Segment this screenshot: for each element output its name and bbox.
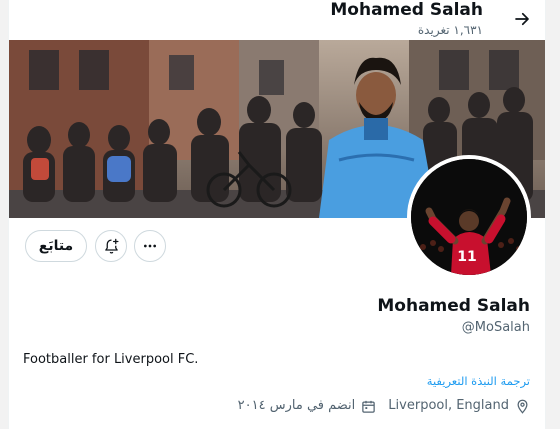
bell-plus-icon (104, 238, 119, 254)
profile-header: Mohamed Salah ١,٦٣١ تغريدة (9, 0, 545, 40)
location-text: Liverpool, England (388, 398, 509, 413)
calendar-icon (362, 400, 376, 413)
joined-text: انضم في مارس ٢٠١٤ (237, 398, 356, 413)
header-title: Mohamed Salah (330, 0, 483, 20)
header-tweet-count: ١,٦٣١ تغريدة (417, 23, 483, 37)
profile-card: Mohamed Salah ١,٦٣١ تغريدة 11 متابَع Moh… (8, 0, 546, 429)
back-button[interactable] (507, 4, 537, 34)
notifications-button[interactable] (95, 230, 127, 262)
following-button[interactable]: متابَع (25, 230, 87, 262)
following-button-label: متابَع (38, 238, 74, 254)
translate-bio-link[interactable]: ترجمة النبذة التعريفية (427, 374, 530, 388)
profile-bio: Footballer for Liverpool FC. (23, 352, 199, 367)
more-horizontal-icon (144, 244, 156, 248)
profile-handle: @MoSalah (461, 320, 530, 335)
svg-text:11: 11 (457, 249, 476, 265)
location-item: Liverpool, England (388, 397, 530, 415)
avatar-photo: 11 (411, 159, 527, 275)
location-pin-icon (517, 399, 528, 414)
arrow-right-icon (515, 12, 529, 26)
profile-name: Mohamed Salah (377, 296, 530, 316)
profile-meta: Liverpool, England انضم في مارس ٢٠١٤ (238, 397, 530, 415)
joined-item: انضم في مارس ٢٠١٤ (238, 397, 377, 415)
more-button[interactable] (134, 230, 166, 262)
avatar[interactable]: 11 (407, 155, 531, 279)
